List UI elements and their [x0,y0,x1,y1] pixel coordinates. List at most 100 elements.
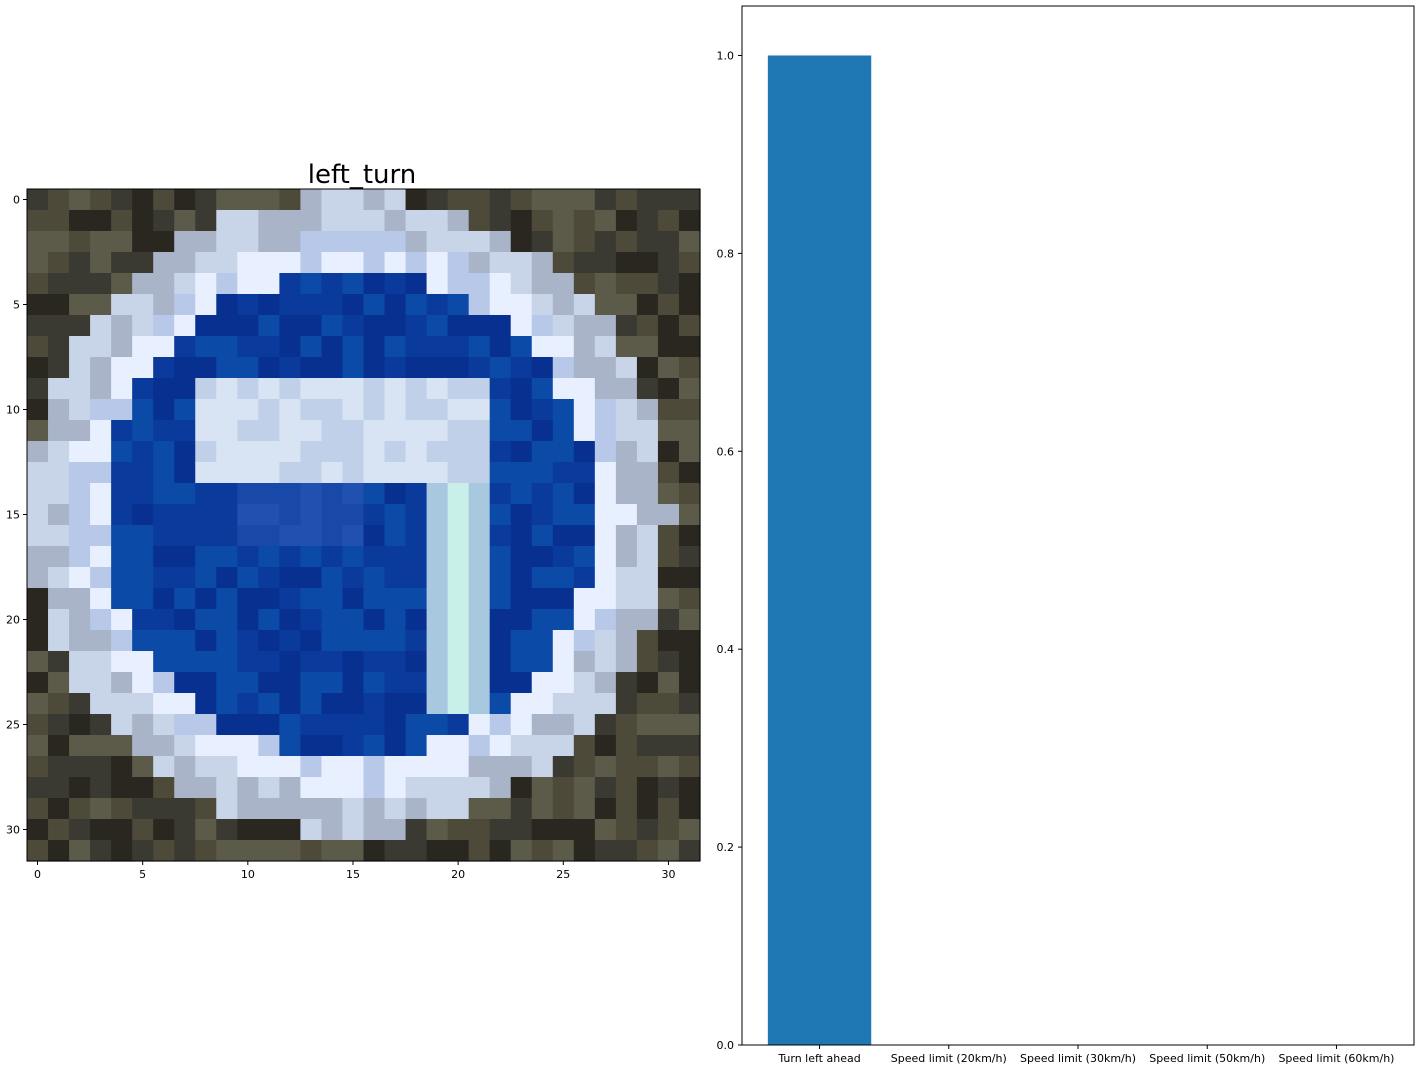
image-pixel [153,441,175,463]
image-pixel [216,525,238,547]
image-pixel [447,546,470,568]
image-pixel [174,651,196,673]
image-pixel [342,525,365,547]
image-pixel [657,693,680,715]
image-pixel [384,315,407,337]
image-pixel [132,819,154,841]
image-pixel [510,294,533,316]
image-pixel [678,819,701,841]
image-pixel [153,231,175,253]
image-pixel [69,630,91,652]
image-pixel [384,546,407,568]
image-pixel [447,693,470,715]
image-pixel [48,756,70,778]
image-pixel [594,756,617,778]
image-pixel [216,714,238,736]
image-pixel [426,756,449,778]
image-pixel [342,567,365,589]
image-pixel [510,693,533,715]
image-pixel [111,798,133,820]
image-pixel [279,693,302,715]
image-pixel [363,231,386,253]
image-pixel [678,399,701,421]
image-pixel [111,252,133,274]
image-pixel [657,777,680,799]
image-pixel [111,273,133,295]
image-pixel [342,651,365,673]
image-pixel [678,357,701,379]
image-pixel [573,630,596,652]
image-pixel [237,609,259,631]
image-pixel [636,546,659,568]
image-pixel [258,504,280,526]
image-pixel [237,819,259,841]
image-pixel [615,336,638,358]
image-pixel [468,630,491,652]
image-pixel [27,651,49,673]
image-pixel [594,651,617,673]
image-pixel [468,693,491,715]
image-pixel [594,693,617,715]
image-pixel [426,588,449,610]
image-pixel [552,357,575,379]
image-pixel [69,483,91,505]
image-pixel [384,756,407,778]
image-pixel [132,693,154,715]
image-pixel [426,609,449,631]
image-pixel [27,315,49,337]
image-pixel [615,504,638,526]
image-pixel [405,777,428,799]
image-pixel [678,630,701,652]
image-pixel [405,714,428,736]
image-pixel [27,231,49,253]
image-pixel [426,777,449,799]
image-pixel [594,252,617,274]
image-pixel [615,210,638,232]
image-pixel [237,756,259,778]
image-pixel [48,504,70,526]
image-pixel [258,819,280,841]
image-pixel [132,714,154,736]
image-pixel [573,777,596,799]
image-pixel [153,798,175,820]
image-pixel [573,231,596,253]
image-pixel [258,483,280,505]
image-pixel [132,798,154,820]
image-pixel [90,651,112,673]
image-pixel [69,609,91,631]
image-pixel [363,441,386,463]
image-pixel [153,693,175,715]
image-pixel [510,273,533,295]
image-pixel [384,441,407,463]
image-pixel [342,756,365,778]
image-pixel [573,399,596,421]
image-pixel [153,735,175,757]
image-pixel [489,210,512,232]
image-pixel [636,588,659,610]
image-pixel [69,189,91,211]
image-pixel [174,378,196,400]
image-pixel [69,504,91,526]
image-pixel [279,819,302,841]
image-pixel [174,420,196,442]
image-pixel [48,273,70,295]
image-pixel [468,588,491,610]
image-pixel [657,840,680,862]
image-pixel [153,210,175,232]
image-pixel [573,525,596,547]
image-pixel [363,819,386,841]
image-pixel [195,546,217,568]
image-pixel [27,399,49,421]
image-pixel [363,693,386,715]
image-pixel [111,777,133,799]
image-pixel [237,420,259,442]
image-pixel [111,756,133,778]
image-pixel [237,525,259,547]
image-pixel [573,441,596,463]
image-pixel [447,651,470,673]
image-pixel [279,777,302,799]
image-pixel [615,420,638,442]
image-pixel [678,672,701,694]
image-pixel [69,840,91,862]
image-pixel [111,588,133,610]
